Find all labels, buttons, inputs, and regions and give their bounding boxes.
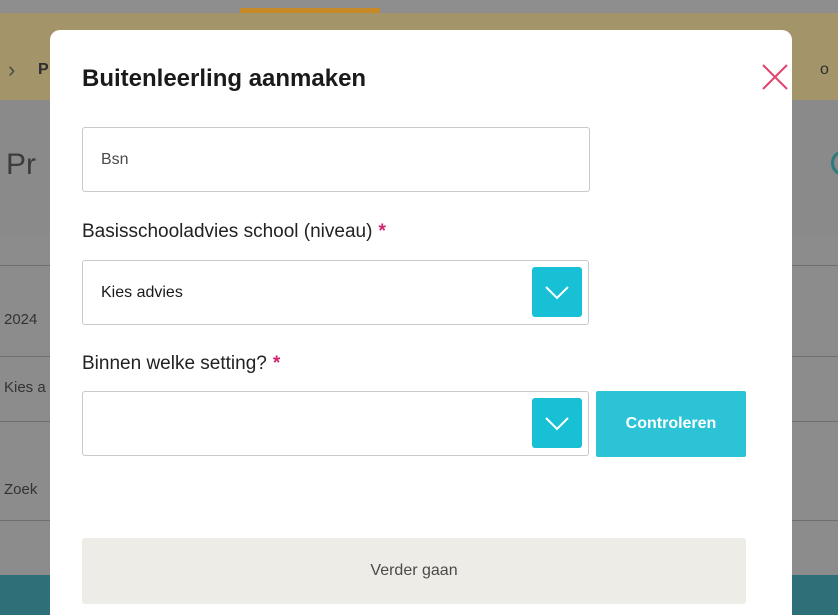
page-title: Pr xyxy=(6,148,36,181)
breadcrumb-item: P xyxy=(38,61,49,78)
chevron-down-icon xyxy=(545,286,569,300)
list-cell: Kies a xyxy=(4,379,46,396)
chevron-down-icon xyxy=(545,417,569,431)
close-button[interactable] xyxy=(758,60,792,94)
top-bar xyxy=(0,0,838,13)
close-icon xyxy=(762,64,788,90)
setting-label: Binnen welke setting? * xyxy=(82,353,280,375)
setting-select[interactable] xyxy=(82,391,589,456)
advies-select[interactable]: Kies advies xyxy=(82,260,589,325)
setting-label-text: Binnen welke setting? xyxy=(82,353,267,374)
continue-button[interactable]: Verder gaan xyxy=(82,538,746,604)
advies-label: Basisschooladvies school (niveau) * xyxy=(82,221,386,243)
create-student-modal: Buitenleerling aanmaken Basisschooladvie… xyxy=(50,30,792,615)
advies-label-text: Basisschooladvies school (niveau) xyxy=(82,221,373,242)
advies-dropdown-toggle[interactable] xyxy=(532,267,582,317)
required-mark: * xyxy=(272,353,281,374)
check-button[interactable]: Controleren xyxy=(596,391,746,457)
setting-dropdown-toggle[interactable] xyxy=(532,398,582,448)
circle-icon xyxy=(831,150,838,176)
advies-selected-value: Kies advies xyxy=(101,284,183,301)
required-mark: * xyxy=(378,221,386,242)
breadcrumb-item-right: o xyxy=(820,61,829,78)
bsn-input[interactable] xyxy=(82,127,590,192)
chevron-right-icon: › xyxy=(8,57,16,82)
list-cell: 2024 xyxy=(4,311,38,328)
modal-title: Buitenleerling aanmaken xyxy=(82,65,367,92)
list-cell: Zoek xyxy=(4,481,38,498)
